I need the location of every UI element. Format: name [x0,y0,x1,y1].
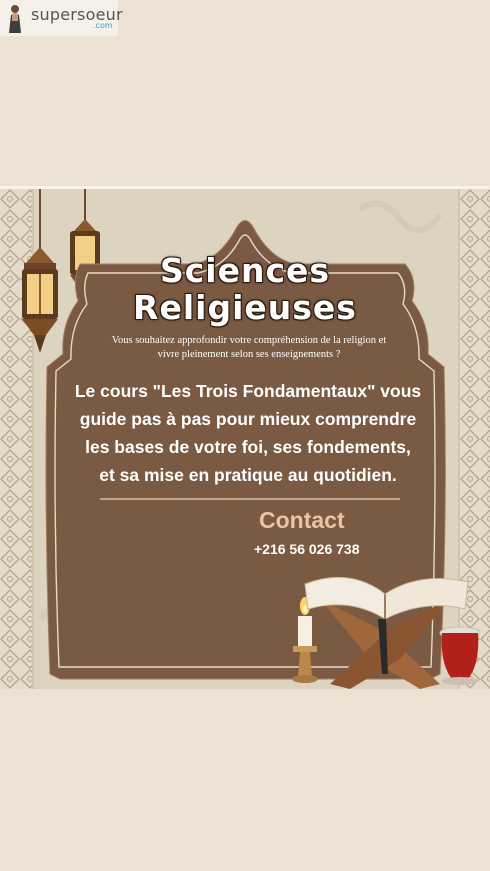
right-border-pattern [460,189,490,689]
brand-logo[interactable]: supersoeur .com [0,0,123,36]
brand-tld: .com [93,21,113,30]
contact-heading: Contact [259,507,345,533]
woman-figure-icon [9,5,21,33]
description-line: guide pas à pas pour mieux comprendre [79,409,417,429]
course-description: Le cours "Les Trois Fondamentaux" vous g… [66,377,430,489]
description-line: les bases de votre foi, ses fondements, [85,437,411,457]
title-line-1: Sciences [159,251,331,290]
course-poster: Sciences Religieuses Vous souhaitez appr… [0,186,490,689]
description-line: et sa mise en pratique au quotidien. [99,465,397,485]
description-line: Le cours "Les Trois Fondamentaux" vous [74,381,422,401]
title-line-2: Religieuses [133,288,357,327]
contact-phone-number[interactable]: +216 56 026 738 [254,541,360,557]
intro-text: Vous souhaitez approfondir votre compréh… [111,335,387,360]
